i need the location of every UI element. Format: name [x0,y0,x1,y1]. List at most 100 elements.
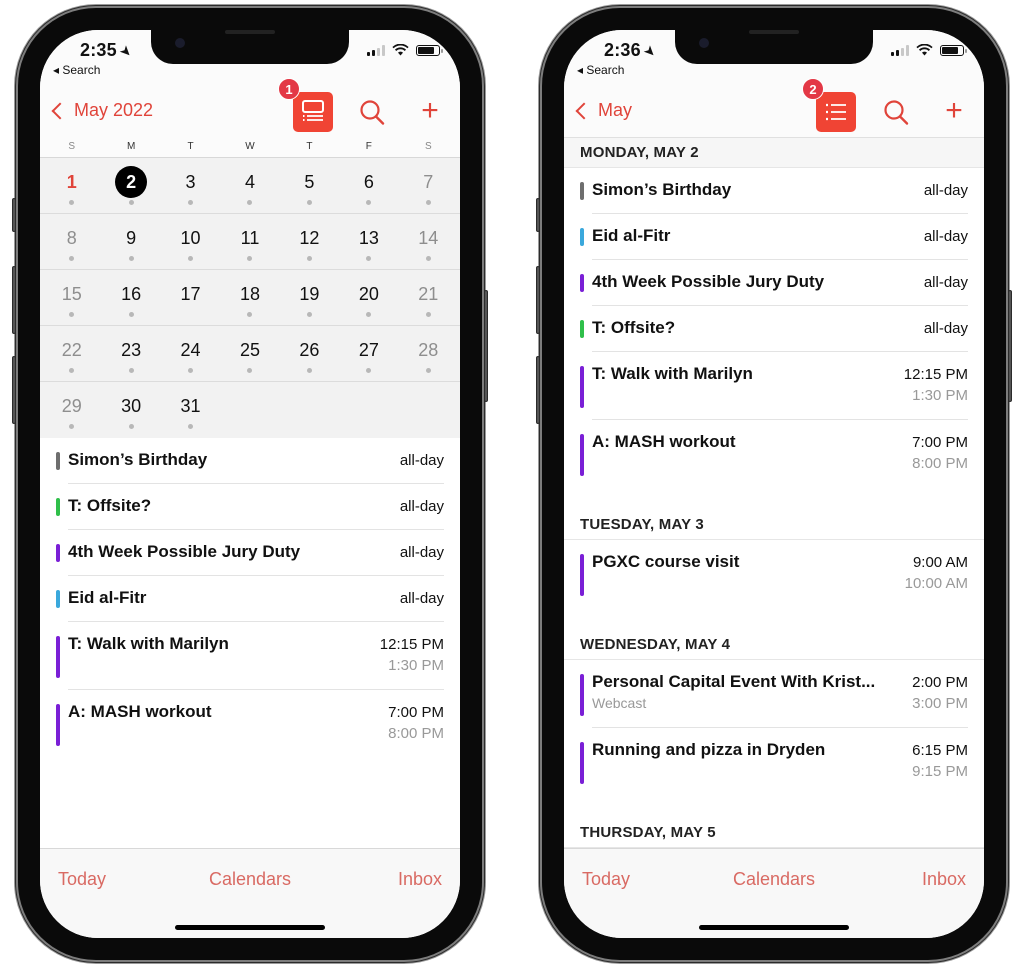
event-row[interactable]: A: MASH workout 7:00 PM 8:00 PM [564,420,984,488]
day-cell[interactable]: 18 [220,270,279,325]
today-button[interactable]: Today [58,869,106,890]
event-title: Eid al-Fitr [592,226,671,245]
event-row[interactable]: T: Walk with Marilyn 12:15 PM 1:30 PM [564,352,984,420]
day-cell[interactable]: 9 [101,214,160,269]
calendars-button[interactable]: Calendars [209,869,291,890]
day-cell[interactable]: 26 [280,326,339,381]
event-start-time: 9:00 AM [912,554,968,571]
event-time: all-day [400,452,444,469]
event-dot [69,200,75,205]
day-cell[interactable]: 10 [161,214,220,269]
day-cell[interactable]: 28 [399,326,458,381]
event-row[interactable]: 4th Week Possible Jury Duty all-day [40,530,460,576]
event-start-time: all-day [399,590,444,607]
day-cell[interactable]: 30 [101,382,160,438]
day-cell[interactable]: 8 [42,214,101,269]
event-time: all-day [924,182,968,199]
day-cell[interactable]: 16 [101,270,160,325]
day-cell[interactable]: 12 [280,214,339,269]
event-time: 2:00 PM 3:00 PM [912,674,968,712]
event-title: Simon’s Birthday [68,450,208,469]
day-cell[interactable]: 7 [399,158,458,213]
event-row[interactable]: Eid al-Fitr all-day [40,576,460,622]
back-to-search-link[interactable]: ◂ Search [577,63,624,77]
event-row[interactable]: Running and pizza in Dryden 6:15 PM 9:15 P… [564,728,984,796]
event-row[interactable]: Personal Capital Event With Krist... Webc… [564,660,984,728]
today-button[interactable]: Today [582,869,630,890]
day-cell[interactable]: 1 [42,158,101,213]
day-cell[interactable]: 15 [42,270,101,325]
day-cell[interactable]: 3 [161,158,220,213]
add-event-button[interactable]: + [939,96,969,126]
day-cell[interactable]: 14 [399,214,458,269]
day-number: 26 [299,340,320,360]
event-dot [306,256,312,261]
day-number: 8 [66,228,77,248]
event-row[interactable]: PGXC course visit 9:00 AM 10:00 AM [564,540,984,608]
day-cell[interactable]: 6 [339,158,398,213]
day-cell[interactable]: 17 [161,270,220,325]
inbox-button[interactable]: Inbox [398,869,442,890]
location-arrow-icon: ➤ [116,41,137,62]
event-time: 12:15 PM 1:30 PM [904,366,968,404]
list-view-toggle-button[interactable] [293,92,333,132]
event-title: T: Offsite? [68,496,152,515]
event-row[interactable]: T: Walk with Marilyn 12:15 PM 1:30 PM [40,622,460,690]
inbox-button[interactable]: Inbox [922,869,966,890]
event-row[interactable]: A: MASH workout 7:00 PM 8:00 PM [40,690,460,758]
day-cell[interactable]: 27 [339,326,398,381]
calendar-color-bar [580,274,584,292]
event-row[interactable]: Simon’s Birthday all-day [40,438,460,484]
search-icon[interactable] [881,98,911,128]
event-title: Simon’s Birthday [592,180,732,199]
day-number: 9 [126,228,137,248]
list-view-toggle-button[interactable] [816,92,856,132]
day-cell[interactable]: 2 [101,158,160,213]
event-title: A: MASH workout [68,702,212,721]
event-row[interactable]: T: Offsite? all-day [40,484,460,530]
day-cell[interactable]: 19 [280,270,339,325]
day-cell[interactable]: 24 [161,326,220,381]
event-row[interactable]: 4th Week Possible Jury Duty all-day [564,260,984,306]
event-start-time: 7:00 PM [388,704,444,721]
event-dot [247,312,253,317]
day-cell[interactable]: 29 [42,382,101,438]
day-cell[interactable]: 11 [220,214,279,269]
cellular-signal-icon [367,44,385,56]
home-indicator[interactable] [699,925,849,930]
day-cell[interactable]: 20 [339,270,398,325]
weekday-label: F [365,141,372,152]
calendar-color-bar [56,704,60,746]
back-to-year-button[interactable]: May 2022 [50,100,153,121]
event-dot [306,368,312,373]
event-row[interactable]: Simon’s Birthday all-day [564,168,984,214]
day-number: 30 [121,396,142,416]
status-time: 2:35 [80,40,117,60]
day-cell[interactable]: 22 [42,326,101,381]
event-time: all-day [924,228,968,245]
event-row[interactable]: Eid al-Fitr all-day [564,214,984,260]
calendars-button[interactable]: Calendars [733,869,815,890]
home-indicator[interactable] [175,925,325,930]
day-cell[interactable]: 25 [220,326,279,381]
day-cell[interactable]: 21 [399,270,458,325]
back-to-search-link[interactable]: ◂ Search [53,63,100,77]
event-start-time: 12:15 PM [903,366,968,383]
event-row[interactable]: T: Offsite? all-day [564,306,984,352]
calendar-color-bar [580,554,584,596]
week-row: 8 9 10 11 12 13 14 [40,214,460,270]
week-row: 29 30 31 [40,382,460,438]
event-start-time: all-day [923,274,968,291]
day-section-header: THURSDAY, MAY 5 [564,818,984,848]
day-cell[interactable]: 31 [161,382,220,438]
add-event-button[interactable]: + [415,96,445,126]
day-cell[interactable]: 5 [280,158,339,213]
day-cell[interactable]: 13 [339,214,398,269]
back-to-month-button[interactable]: May [574,100,632,121]
day-number: 2 [115,166,148,198]
month-grid: 1 2 3 4 5 6 7 8 9 10 11 12 13 14 15 16 17 18 19 20 21 22 23 24 2… [40,158,460,438]
event-title: Personal Capital Event With Krist... [592,672,876,691]
search-icon[interactable] [357,98,387,128]
day-cell[interactable]: 23 [101,326,160,381]
day-cell[interactable]: 4 [220,158,279,213]
